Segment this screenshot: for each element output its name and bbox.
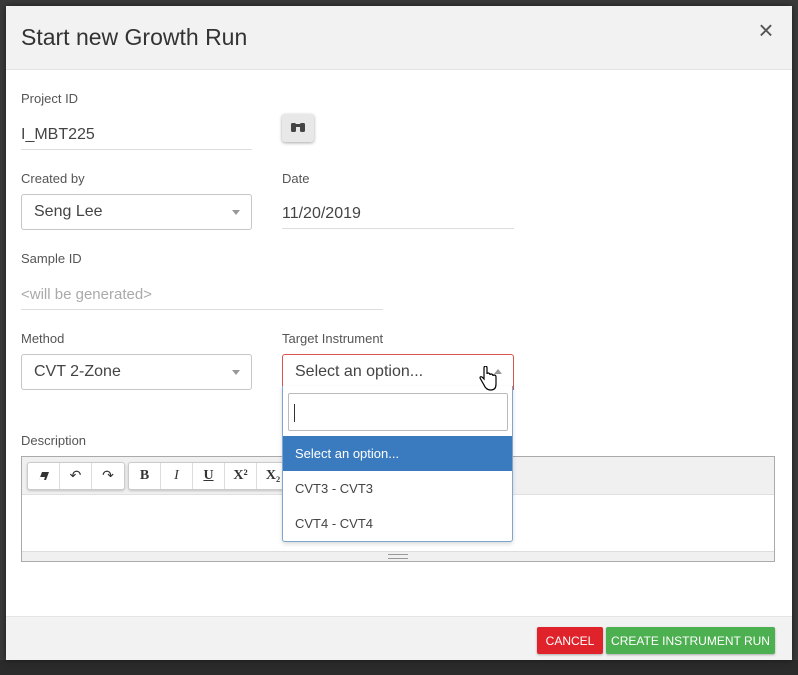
resize-grip-icon[interactable] xyxy=(388,554,408,559)
sample-id-label: Sample ID xyxy=(21,251,82,266)
dropdown-search-input[interactable] xyxy=(288,393,508,431)
underline-button[interactable]: U xyxy=(193,463,225,489)
dialog-header: Start new Growth Run × xyxy=(6,6,792,70)
method-value: CVT 2-Zone xyxy=(34,363,121,380)
created-by-select[interactable]: Seng Lee xyxy=(21,194,252,230)
dropdown-option[interactable]: CVT3 - CVT3 xyxy=(283,471,512,506)
date-label: Date xyxy=(282,171,310,186)
italic-button[interactable]: I xyxy=(161,463,193,489)
project-id-label: Project ID xyxy=(21,91,79,106)
eraser-icon xyxy=(38,472,49,480)
target-instrument-dropdown: Select an option... CVT3 - CVT3 CVT4 - C… xyxy=(282,386,513,542)
text-cursor xyxy=(294,404,295,422)
chevron-down-icon xyxy=(232,370,240,375)
history-group: ↶ ↷ xyxy=(27,462,125,490)
created-by-label: Created by xyxy=(21,171,85,186)
lookup-button[interactable] xyxy=(282,114,314,142)
sample-id-field[interactable]: <will be generated> xyxy=(21,280,383,310)
eraser-button[interactable] xyxy=(28,463,60,489)
close-button[interactable]: × xyxy=(756,17,776,43)
growth-run-dialog: Start new Growth Run × Project ID I_MBT2… xyxy=(6,6,792,660)
editor-resize-bar[interactable] xyxy=(22,551,774,561)
target-instrument-label: Target Instrument xyxy=(282,331,384,346)
cancel-button[interactable]: CANCEL xyxy=(537,627,603,654)
hand-pointer-icon xyxy=(479,366,497,391)
description-label: Description xyxy=(21,433,87,448)
project-id-field[interactable]: I_MBT225 xyxy=(21,120,252,150)
create-instrument-run-button[interactable]: CREATE INSTRUMENT RUN xyxy=(606,627,775,654)
dropdown-option[interactable]: CVT4 - CVT4 xyxy=(283,506,512,541)
chevron-down-icon xyxy=(232,210,240,215)
undo-button[interactable]: ↶ xyxy=(60,463,92,489)
dialog-title: Start new Growth Run xyxy=(21,24,248,50)
date-field[interactable]: 11/20/2019 xyxy=(282,199,514,229)
superscript-button[interactable]: X² xyxy=(225,463,257,489)
dropdown-option[interactable]: Select an option... xyxy=(283,436,512,471)
method-select[interactable]: CVT 2-Zone xyxy=(21,354,252,390)
created-by-value: Seng Lee xyxy=(34,203,103,220)
binoculars-icon xyxy=(291,123,305,132)
bold-button[interactable]: B xyxy=(129,463,161,489)
redo-button[interactable]: ↷ xyxy=(92,463,124,489)
target-instrument-value: Select an option... xyxy=(295,363,424,380)
format-group: B I U X² X₂ xyxy=(128,462,290,490)
method-label: Method xyxy=(21,331,65,346)
background-page xyxy=(0,660,798,675)
dialog-footer: CANCEL CREATE INSTRUMENT RUN xyxy=(6,616,792,660)
